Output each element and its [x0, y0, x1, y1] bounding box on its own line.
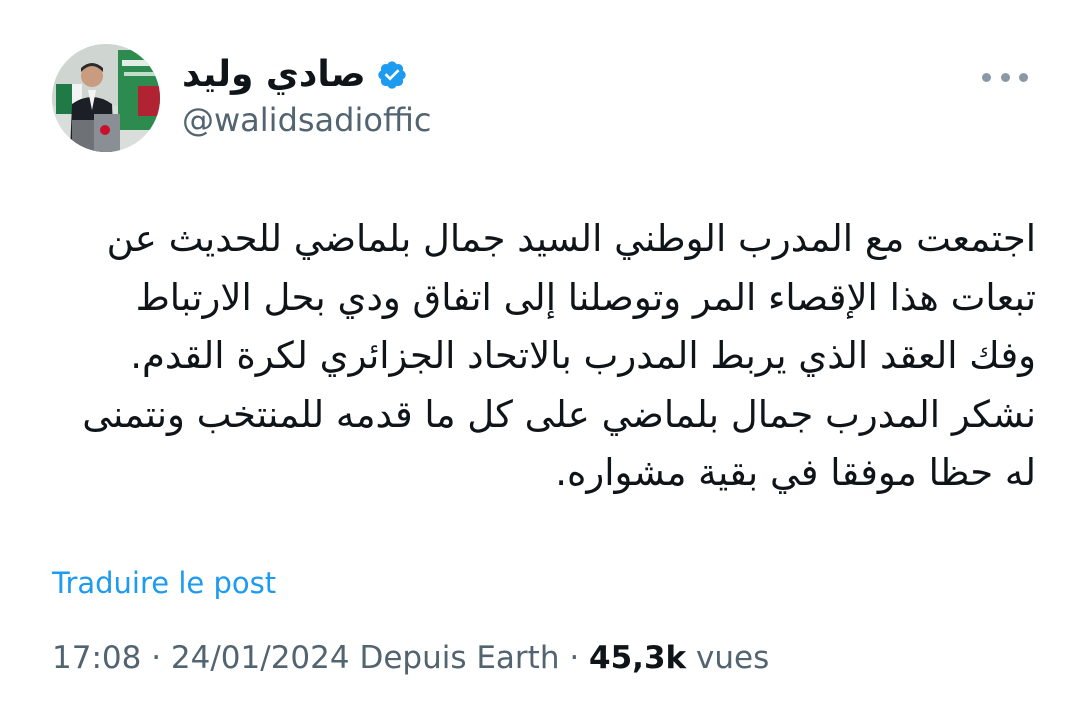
meta-separator: · — [141, 640, 171, 676]
views-label: vues — [696, 640, 770, 676]
tweet-text-line: وفك العقد الذي يربط المدرب بالاتحاد الجز… — [130, 334, 1036, 377]
tweet-text-line: اجتمعت مع المدرب الوطني السيد جمال بلماض… — [106, 217, 1036, 260]
tweet-text-line: نشكر المدرب جمال بلماضي على كل ما قدمه ل… — [82, 392, 1036, 436]
views-count[interactable]: 45,3k — [589, 640, 686, 676]
verified-badge-icon — [378, 61, 406, 89]
tweet-date[interactable]: 24/01/2024 — [171, 640, 350, 676]
more-dot — [1000, 72, 1010, 82]
avatar-photo — [52, 44, 160, 152]
translate-post-link[interactable]: Traduire le post — [52, 566, 276, 601]
tweet-time[interactable]: 17:08 — [52, 640, 141, 676]
author-display-name[interactable]: صادي وليد — [182, 57, 366, 93]
tweet-text-line: تبعات هذا الإقصاء المر وتوصلنا إلى اتفاق… — [135, 275, 1036, 319]
author-handle[interactable]: @walidsadioffic — [182, 101, 431, 139]
author-name-row: صادي وليد — [182, 50, 408, 100]
tweet-source: Depuis Earth — [359, 640, 560, 676]
tweet-text: اجتمعت مع المدرب الوطني السيد جمال بلماض… — [40, 210, 1036, 503]
more-dot — [1019, 72, 1028, 82]
avatar[interactable] — [52, 44, 160, 152]
more-dot — [982, 72, 991, 82]
tweet-meta: 17:08 · 24/01/2024 Depuis Earth · 45,3k … — [52, 640, 769, 677]
tweet-text-line: له حظا موفقا في بقية مشواره. — [555, 451, 1036, 494]
meta-separator: · — [559, 640, 590, 676]
more-options-icon[interactable] — [982, 64, 1028, 90]
